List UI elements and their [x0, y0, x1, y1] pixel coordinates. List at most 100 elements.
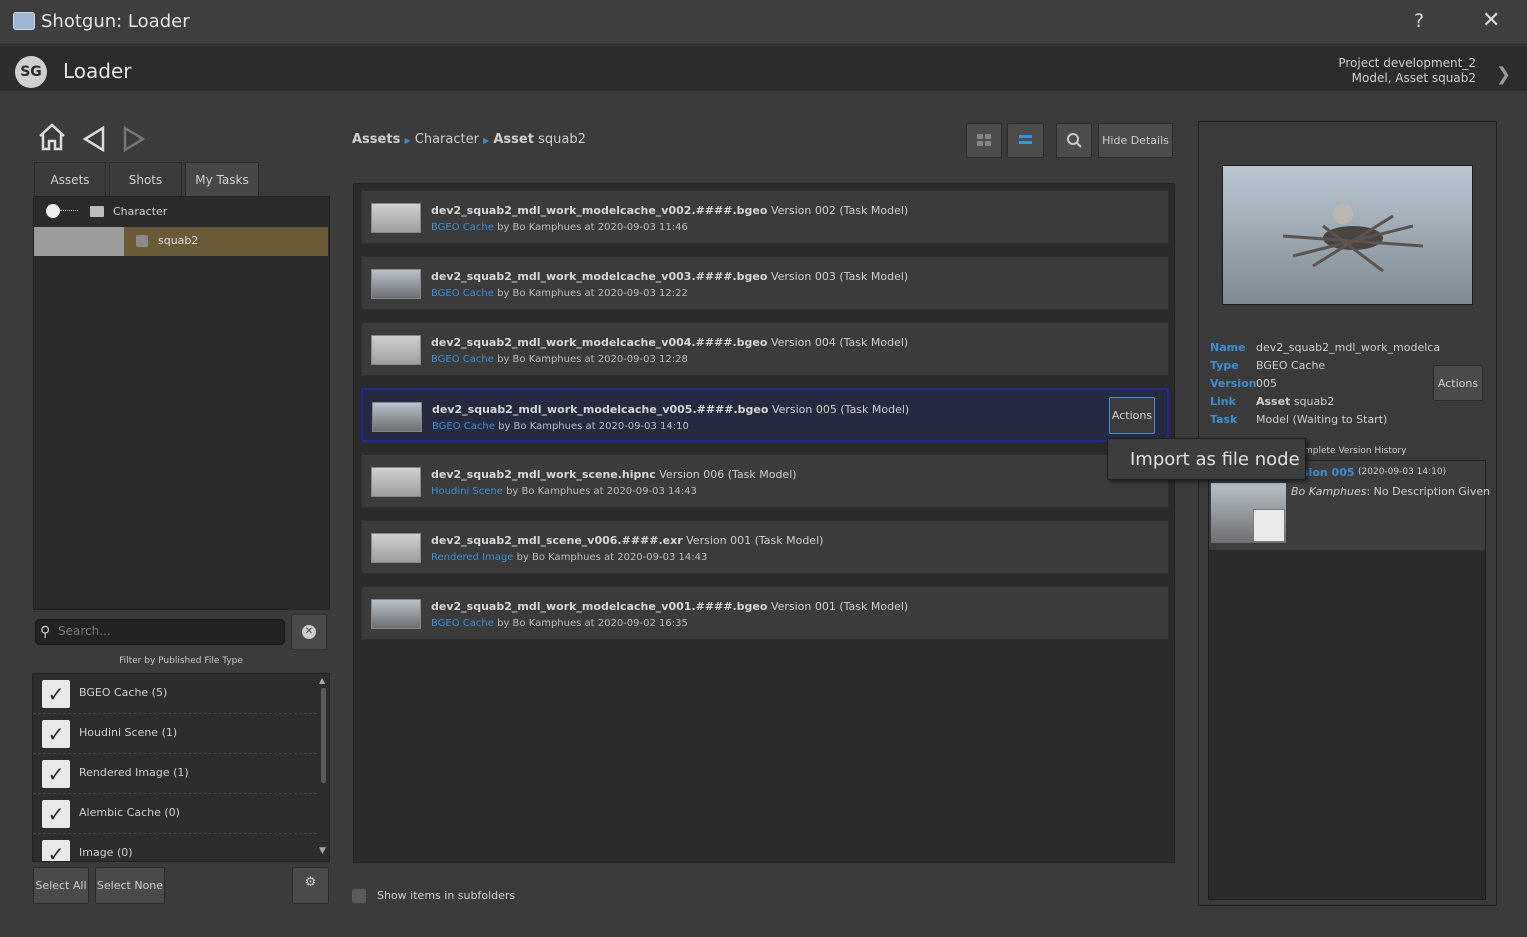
checkbox-checked-icon[interactable]: ✓: [42, 760, 70, 788]
checkbox-checked-icon[interactable]: ✓: [42, 680, 70, 708]
app-header: SG Loader Project development_2 Model, A…: [0, 46, 1527, 91]
list-view-icon[interactable]: [1007, 123, 1044, 158]
breadcrumb-arrow-icon: ▶: [483, 136, 490, 145]
filter-label: Alembic Cache (0): [79, 806, 180, 819]
publish-meta: by Bo Kamphues at 2020-09-03 14:43: [506, 486, 697, 497]
breadcrumb-mid[interactable]: Character: [415, 132, 479, 147]
publish-meta: by Bo Kamphues at 2020-09-03 12:28: [497, 354, 688, 365]
collapse-icon[interactable]: [46, 204, 60, 218]
list-item[interactable]: dev2_squab2_mdl_work_modelcache_v003.###…: [361, 256, 1169, 310]
app-name: Loader: [63, 59, 132, 83]
select-none-button[interactable]: Select None: [95, 867, 165, 904]
checkbox-checked-icon[interactable]: ✓: [42, 800, 70, 828]
list-item[interactable]: dev2_squab2_mdl_work_modelcache_v004.###…: [361, 322, 1169, 376]
help-button[interactable]: ?: [1414, 10, 1424, 32]
publish-name: dev2_squab2_mdl_work_modelcache_v003.###…: [431, 270, 768, 283]
hide-details-button[interactable]: Hide Details: [1098, 123, 1173, 158]
breadcrumb-leaf: squab2: [538, 132, 586, 147]
title-bar: Shotgun: Loader ? ✕: [0, 0, 1527, 45]
tab-assets[interactable]: Assets: [34, 162, 106, 197]
tab-shots[interactable]: Shots: [109, 162, 182, 197]
list-item[interactable]: dev2_squab2_mdl_scene_v006.####.exr Vers…: [361, 520, 1169, 574]
publish-list: dev2_squab2_mdl_work_modelcache_v002.###…: [353, 183, 1175, 863]
publish-type[interactable]: BGEO Cache: [431, 288, 494, 299]
menu-item-import-file-node[interactable]: Import as file node: [1130, 449, 1300, 470]
filter-row[interactable]: ✓ Rendered Image (1): [33, 754, 317, 794]
search-icon[interactable]: [1056, 123, 1092, 158]
detail-link-key: Link: [1210, 395, 1236, 408]
tree-folder-label[interactable]: Character: [113, 205, 167, 218]
context-project[interactable]: Project development_2: [1338, 56, 1476, 70]
detail-link-name: squab2: [1293, 395, 1335, 408]
tree-selection-left: [34, 227, 124, 256]
folder-icon: [90, 206, 104, 217]
detail-task-key: Task: [1210, 413, 1238, 426]
publish-version: Version 002 (Task Model): [770, 204, 909, 217]
gear-icon[interactable]: ⚙: [292, 867, 329, 904]
publish-version: Version 006 (Task Model): [659, 468, 797, 481]
breadcrumb-root[interactable]: Assets: [352, 132, 400, 147]
publish-type[interactable]: BGEO Cache: [431, 354, 494, 365]
show-subfolders-label: Show items in subfolders: [377, 889, 516, 902]
publish-type[interactable]: BGEO Cache: [432, 421, 495, 432]
close-button[interactable]: ✕: [1482, 8, 1500, 33]
history-description: Bo Kamphues: No Description Given: [1291, 485, 1490, 498]
show-subfolders-checkbox[interactable]: [352, 889, 366, 903]
context-chevron-right-icon[interactable]: ❯: [1496, 64, 1511, 85]
history-date: (2020-09-03 14:10): [1358, 467, 1447, 477]
detail-link-value[interactable]: Asset squab2: [1256, 395, 1334, 408]
publish-version: Version 001 (Task Model): [770, 600, 909, 613]
list-item-selected[interactable]: dev2_squab2_mdl_work_modelcache_v005.###…: [361, 388, 1169, 442]
forward-arrow-icon[interactable]: [122, 125, 146, 159]
publish-type[interactable]: Houdini Scene: [431, 486, 503, 497]
detail-type-key: Type: [1210, 359, 1239, 372]
filter-title: Filter by Published File Type: [119, 656, 243, 666]
version-history-title: mplete Version History: [1304, 446, 1407, 456]
clear-search-button[interactable]: ✕: [291, 614, 327, 650]
history-version: sion 005: [1302, 466, 1355, 479]
publish-type[interactable]: BGEO Cache: [431, 618, 494, 629]
asset-icon: [136, 235, 148, 247]
publish-thumbnail: [371, 269, 421, 299]
grid-view-icon[interactable]: [966, 123, 1002, 158]
home-icon[interactable]: [37, 122, 67, 159]
detail-type-value: BGEO Cache: [1256, 359, 1326, 372]
filter-label: BGEO Cache (5): [79, 686, 168, 699]
filter-row[interactable]: ✓ Houdini Scene (1): [33, 714, 317, 754]
detail-version-key: Version: [1210, 377, 1257, 390]
publish-thumbnail: [371, 599, 421, 629]
detail-name-value: dev2_squab2_mdl_work_modelca: [1256, 341, 1441, 354]
filter-row[interactable]: ✓ BGEO Cache (5): [33, 674, 317, 714]
details-actions-button[interactable]: Actions: [1433, 365, 1483, 401]
list-item[interactable]: dev2_squab2_mdl_work_modelcache_v002.###…: [361, 190, 1169, 244]
filter-row[interactable]: ✓ Image (0): [33, 834, 317, 861]
back-arrow-icon[interactable]: [82, 125, 106, 159]
publish-name: dev2_squab2_mdl_work_modelcache_v001.###…: [431, 600, 768, 613]
select-all-button[interactable]: Select All: [33, 867, 89, 904]
checkbox-checked-icon[interactable]: ✓: [42, 720, 70, 748]
context-entity[interactable]: Model, Asset squab2: [1352, 71, 1476, 85]
scroll-down-icon[interactable]: ▼: [319, 846, 326, 856]
scroll-up-icon[interactable]: ▲: [319, 676, 325, 685]
tree-item-label: squab2: [158, 234, 199, 247]
clear-icon: ✕: [302, 625, 316, 639]
filter-row[interactable]: ✓ Alembic Cache (0): [33, 794, 317, 834]
tree-item-squab2[interactable]: squab2: [124, 227, 328, 256]
actions-button[interactable]: Actions: [1109, 397, 1155, 434]
publish-thumbnail: [371, 467, 421, 497]
detail-name-key: Name: [1210, 341, 1246, 354]
scrollbar-thumb[interactable]: [321, 688, 326, 783]
checkbox-checked-icon[interactable]: ✓: [42, 840, 70, 861]
tab-my-tasks[interactable]: My Tasks: [185, 162, 259, 197]
search-input[interactable]: [58, 624, 278, 638]
app-icon: [13, 12, 35, 30]
publish-version: Version 001 (Task Model): [686, 534, 824, 547]
publish-meta: by Bo Kamphues at 2020-09-03 14:43: [516, 552, 708, 563]
publish-type[interactable]: BGEO Cache: [431, 222, 494, 233]
publish-type[interactable]: Rendered Image: [431, 552, 513, 563]
list-item[interactable]: dev2_squab2_mdl_work_modelcache_v001.###…: [361, 586, 1169, 640]
actions-popup-menu: Import as file node: [1107, 438, 1306, 480]
preview-thumbnail: [1222, 165, 1473, 305]
list-item[interactable]: dev2_squab2_mdl_work_scene.hipnc Version…: [361, 454, 1169, 508]
breadcrumb: Assets ▶ Character ▶ Asset squab2: [352, 132, 586, 147]
